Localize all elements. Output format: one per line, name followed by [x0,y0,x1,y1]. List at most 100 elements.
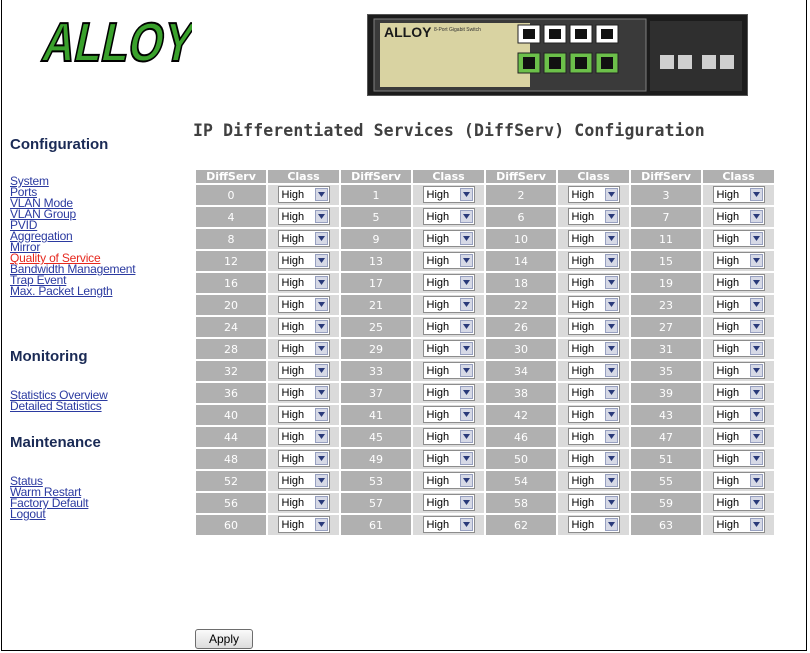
chevron-down-icon[interactable] [749,496,763,510]
class-select[interactable]: High [422,296,475,314]
class-select[interactable]: High [712,472,765,490]
class-select[interactable]: High [277,450,330,468]
class-select[interactable]: High [712,296,765,314]
chevron-down-icon[interactable] [314,320,328,334]
class-select[interactable]: High [422,494,475,512]
chevron-down-icon[interactable] [604,452,618,466]
chevron-down-icon[interactable] [604,386,618,400]
chevron-down-icon[interactable] [459,386,473,400]
chevron-down-icon[interactable] [314,342,328,356]
chevron-down-icon[interactable] [604,320,618,334]
class-select[interactable]: High [277,384,330,402]
chevron-down-icon[interactable] [749,276,763,290]
class-select[interactable]: High [277,472,330,490]
chevron-down-icon[interactable] [749,408,763,422]
chevron-down-icon[interactable] [459,430,473,444]
class-select[interactable]: High [712,494,765,512]
class-select[interactable]: High [277,494,330,512]
chevron-down-icon[interactable] [314,452,328,466]
nav-link-max-packet-length[interactable]: Max. Packet Length [10,285,135,297]
class-select[interactable]: High [712,406,765,424]
class-select[interactable]: High [567,384,620,402]
chevron-down-icon[interactable] [604,298,618,312]
class-select[interactable]: High [712,516,765,534]
class-select[interactable]: High [712,274,765,292]
class-select[interactable]: High [277,428,330,446]
chevron-down-icon[interactable] [749,474,763,488]
chevron-down-icon[interactable] [459,320,473,334]
chevron-down-icon[interactable] [749,430,763,444]
chevron-down-icon[interactable] [314,386,328,400]
class-select[interactable]: High [712,252,765,270]
chevron-down-icon[interactable] [314,408,328,422]
class-select[interactable]: High [567,494,620,512]
class-select[interactable]: High [422,406,475,424]
chevron-down-icon[interactable] [459,232,473,246]
class-select[interactable]: High [422,340,475,358]
chevron-down-icon[interactable] [459,518,473,532]
class-select[interactable]: High [567,318,620,336]
chevron-down-icon[interactable] [749,188,763,202]
chevron-down-icon[interactable] [314,474,328,488]
chevron-down-icon[interactable] [749,210,763,224]
class-select[interactable]: High [712,450,765,468]
class-select[interactable]: High [567,362,620,380]
chevron-down-icon[interactable] [604,188,618,202]
class-select[interactable]: High [277,274,330,292]
class-select[interactable]: High [712,318,765,336]
class-select[interactable]: High [277,252,330,270]
class-select[interactable]: High [567,296,620,314]
chevron-down-icon[interactable] [459,474,473,488]
chevron-down-icon[interactable] [314,276,328,290]
nav-link-detailed-statistics[interactable]: Detailed Statistics [10,400,108,412]
chevron-down-icon[interactable] [314,496,328,510]
class-select[interactable]: High [567,208,620,226]
class-select[interactable]: High [567,340,620,358]
class-select[interactable]: High [277,296,330,314]
class-select[interactable]: High [712,340,765,358]
chevron-down-icon[interactable] [749,452,763,466]
class-select[interactable]: High [712,384,765,402]
class-select[interactable]: High [422,472,475,490]
chevron-down-icon[interactable] [604,254,618,268]
class-select[interactable]: High [422,450,475,468]
class-select[interactable]: High [277,340,330,358]
class-select[interactable]: High [277,186,330,204]
class-select[interactable]: High [422,428,475,446]
class-select[interactable]: High [277,230,330,248]
chevron-down-icon[interactable] [314,298,328,312]
class-select[interactable]: High [422,362,475,380]
chevron-down-icon[interactable] [314,232,328,246]
chevron-down-icon[interactable] [459,276,473,290]
class-select[interactable]: High [567,428,620,446]
class-select[interactable]: High [567,406,620,424]
chevron-down-icon[interactable] [459,452,473,466]
class-select[interactable]: High [712,230,765,248]
chevron-down-icon[interactable] [459,188,473,202]
class-select[interactable]: High [277,516,330,534]
class-select[interactable]: High [422,516,475,534]
chevron-down-icon[interactable] [604,342,618,356]
class-select[interactable]: High [422,230,475,248]
chevron-down-icon[interactable] [314,188,328,202]
class-select[interactable]: High [277,318,330,336]
chevron-down-icon[interactable] [604,364,618,378]
class-select[interactable]: High [712,362,765,380]
class-select[interactable]: High [712,428,765,446]
chevron-down-icon[interactable] [314,254,328,268]
class-select[interactable]: High [422,384,475,402]
chevron-down-icon[interactable] [604,496,618,510]
chevron-down-icon[interactable] [459,298,473,312]
chevron-down-icon[interactable] [314,210,328,224]
chevron-down-icon[interactable] [749,232,763,246]
chevron-down-icon[interactable] [459,342,473,356]
chevron-down-icon[interactable] [604,518,618,532]
chevron-down-icon[interactable] [604,474,618,488]
class-select[interactable]: High [422,318,475,336]
class-select[interactable]: High [422,208,475,226]
class-select[interactable]: High [277,406,330,424]
chevron-down-icon[interactable] [604,430,618,444]
class-select[interactable]: High [422,252,475,270]
chevron-down-icon[interactable] [459,364,473,378]
nav-link-logout[interactable]: Logout [10,508,88,520]
